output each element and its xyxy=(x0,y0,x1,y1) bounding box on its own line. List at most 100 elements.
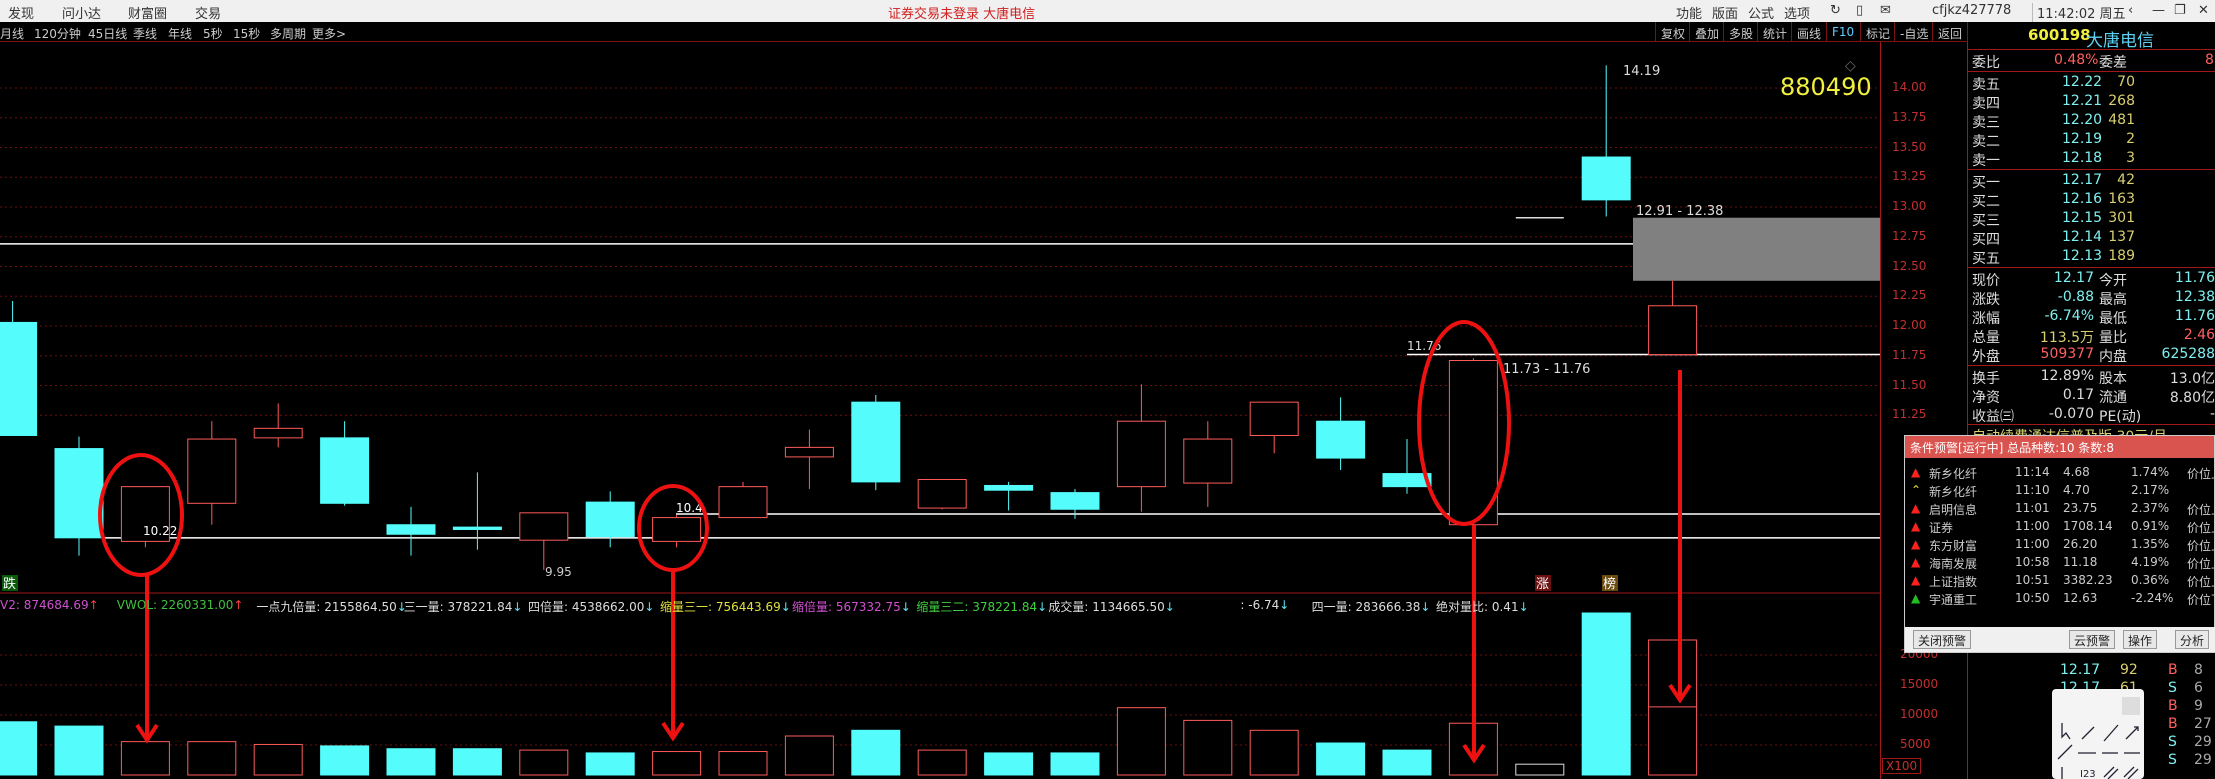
volume-bar xyxy=(1316,742,1366,776)
volume-bar xyxy=(851,729,901,776)
candle xyxy=(1648,280,1698,356)
alert-row[interactable]: ▲海南发展10:5811.184.19%价位上 xyxy=(1905,553,2215,571)
mail-icon[interactable]: ✉ xyxy=(1880,3,1891,18)
tab-month[interactable]: 月线 xyxy=(0,25,24,42)
y-tick: 12.00 xyxy=(1892,318,1927,332)
bid-row: 买二 12.16 163 xyxy=(1972,191,2135,210)
gap-zone xyxy=(1633,217,1880,281)
phone-icon[interactable]: ▯ xyxy=(1856,3,1863,18)
refresh-icon[interactable]: ↻ xyxy=(1830,3,1841,18)
bid-row: 买四 12.14 137 xyxy=(1972,229,2135,248)
back-button[interactable]: 返回 xyxy=(1932,22,1969,42)
overlay-button[interactable]: 叠加 xyxy=(1689,22,1724,42)
candle-body xyxy=(1183,438,1233,484)
menu-caifuquan[interactable]: 财富圈 xyxy=(128,3,167,22)
operate-button[interactable]: 操作 xyxy=(2123,630,2158,649)
red-bell-icon: ▲ xyxy=(1911,573,1921,587)
diamond-icon[interactable]: ◇ xyxy=(1845,58,1856,74)
volume-bar xyxy=(1183,719,1233,776)
tab-15s[interactable]: 15秒 xyxy=(233,25,260,42)
volume-bar xyxy=(585,752,635,776)
menu-layout[interactable]: 版面 xyxy=(1712,3,1738,22)
alert-row[interactable]: ▲证券11:001708.140.91%价位上 xyxy=(1905,517,2215,535)
alert-title[interactable]: 条件预警[运行中] 总品种数:10 条数:8 xyxy=(1905,436,2214,458)
user-account[interactable]: cfjkz427778 xyxy=(1932,3,2011,18)
candle-body xyxy=(54,448,104,539)
volume-bar xyxy=(984,752,1034,776)
restore-icon[interactable]: ❐ xyxy=(2174,3,2186,18)
menu-trade[interactable]: 交易 xyxy=(195,3,221,22)
candles xyxy=(0,65,1698,570)
volume-bar xyxy=(1581,612,1631,776)
stock-header[interactable]: 600198 大唐电信 xyxy=(2028,26,2215,51)
tab-multi-period[interactable]: 多周期 xyxy=(270,25,306,42)
alert-row[interactable]: ▲启明信息11:0123.752.37%价位上 xyxy=(1905,499,2215,517)
candle xyxy=(784,429,834,490)
kline-chart[interactable]: 14.19 880490 12.91 - 12.38 11.76 11.73 -… xyxy=(0,42,1880,779)
close-icon[interactable]: ✕ xyxy=(2198,3,2209,18)
alert-row[interactable]: ▲上证指数10:513382.230.36%价位上 xyxy=(1905,571,2215,589)
fuquan-button[interactable]: 复权 xyxy=(1655,22,1690,42)
tab-year[interactable]: 年线 xyxy=(168,25,192,42)
watchlist-button[interactable]: -自选 xyxy=(1894,22,1933,42)
indicator-value: : -6.74↓ xyxy=(1240,598,1290,612)
menu-options[interactable]: 选项 xyxy=(1784,3,1810,22)
candle-body xyxy=(519,512,569,541)
stock-code: 600198 xyxy=(2028,26,2091,44)
indicator-value: 缩量三一: 756443.69↓ xyxy=(660,600,791,614)
bid-row: 买一 12.17 42 xyxy=(1972,172,2135,191)
draw-button[interactable]: 画线 xyxy=(1791,22,1826,42)
ask-row: 卖四 12.21 268 xyxy=(1972,93,2135,112)
down-marker: 跌 xyxy=(3,576,16,592)
alert-row[interactable]: ▲宇通重工10:5012.63-2.24%价位下 xyxy=(1905,589,2215,607)
candle-body xyxy=(1249,401,1299,436)
multi-stock-button[interactable]: 多股 xyxy=(1723,22,1758,42)
candle-body xyxy=(1050,492,1100,510)
stats-button[interactable]: 统计 xyxy=(1757,22,1792,42)
candle xyxy=(386,506,436,556)
drawing-toolbar[interactable]: I23 xyxy=(2052,689,2144,779)
candle-body xyxy=(1648,305,1698,356)
candle xyxy=(718,481,768,519)
candle-body xyxy=(1581,156,1631,201)
minimize-icon[interactable]: — xyxy=(2152,3,2165,18)
candle-body xyxy=(452,526,502,530)
menu-wenxiaoda[interactable]: 问小达 xyxy=(62,3,101,22)
candle-body xyxy=(784,446,834,458)
close-alert-button[interactable]: 关闭预警 xyxy=(1913,630,1972,649)
candle xyxy=(1448,358,1498,526)
volume-bar xyxy=(652,751,702,776)
mark-button[interactable]: 标记 xyxy=(1860,22,1895,42)
candle xyxy=(0,301,38,436)
menu-discover[interactable]: 发现 xyxy=(8,3,34,22)
candle xyxy=(120,486,170,548)
ask-row: 卖二 12.19 2 xyxy=(1972,131,2135,150)
login-notice[interactable]: 证券交易未登录 大唐电信 xyxy=(888,3,1035,22)
alert-row[interactable]: ▲东方财富11:0026.201.35%价位上 xyxy=(1905,535,2215,553)
cloud-alert-button[interactable]: 云预警 xyxy=(2069,630,2116,649)
tab-quarter[interactable]: 季线 xyxy=(133,25,157,42)
tab-120min[interactable]: 120分钟 xyxy=(34,25,81,42)
bid-row: 买五 12.13 189 xyxy=(1972,248,2135,267)
tab-5s[interactable]: 5秒 xyxy=(203,25,223,42)
back-icon[interactable]: ‹ xyxy=(2128,3,2133,18)
tab-45day[interactable]: 45日线 xyxy=(88,25,127,42)
candle xyxy=(320,421,370,506)
analyze-button[interactable]: 分析 xyxy=(2175,630,2210,649)
alert-row[interactable]: ⌃ 新乡化纤 11:10 4.70 2.17% xyxy=(1905,481,2215,499)
weibi-row: 委比 0.48% 委差 8 xyxy=(1972,52,2214,71)
menu-function[interactable]: 功能 xyxy=(1676,3,1702,22)
indicator-value: 缩量三二: 378221.84↓ xyxy=(916,600,1048,614)
candle xyxy=(519,512,569,570)
candle xyxy=(187,421,237,525)
up-marker: 涨 xyxy=(1536,577,1549,592)
f10-button[interactable]: F10 xyxy=(1826,22,1859,42)
tab-more[interactable]: 更多> xyxy=(312,25,346,42)
alert-row[interactable]: ▲新乡化纤11:144.681.74%价位上 xyxy=(1905,463,2215,481)
line2-icon xyxy=(2057,744,2073,760)
volume-tick: 5000 xyxy=(1900,737,1931,751)
ray-icon xyxy=(2125,726,2139,740)
menu-formula[interactable]: 公式 xyxy=(1748,3,1774,22)
volume-bars xyxy=(0,612,1698,776)
volume-bar xyxy=(718,751,768,776)
